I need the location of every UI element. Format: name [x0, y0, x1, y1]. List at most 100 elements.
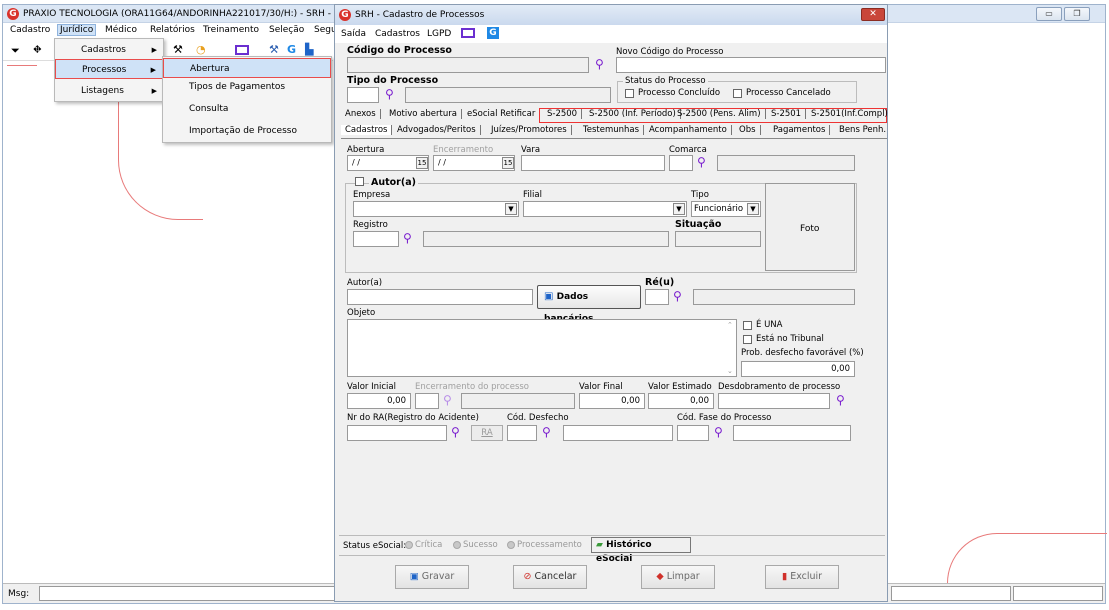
- menu-selecao[interactable]: Seleção: [269, 25, 304, 35]
- dados-bancarios-button[interactable]: ▣ Dados bancários: [537, 285, 641, 324]
- chevron-down-icon[interactable]: ▼: [747, 203, 759, 215]
- calendar-icon[interactable]: 15: [416, 157, 428, 169]
- ra-button[interactable]: RA: [471, 425, 503, 441]
- chevron-down-icon[interactable]: ▼: [505, 203, 517, 215]
- comarca-code-field[interactable]: [669, 155, 693, 171]
- gravar-button[interactable]: ▣ Gravar: [395, 565, 469, 589]
- menu-item-cadastros[interactable]: Cadastros ▶: [55, 40, 163, 60]
- registro-field[interactable]: [353, 231, 399, 247]
- objeto-textarea[interactable]: [347, 319, 737, 377]
- esta-tribunal-checkbox[interactable]: [743, 335, 752, 344]
- tab-cadastros[interactable]: Cadastros: [341, 125, 393, 135]
- scroll-up-icon[interactable]: ⌃: [727, 321, 733, 329]
- minimize-button[interactable]: ▭: [1036, 7, 1062, 21]
- search-icon[interactable]: ⚲: [385, 88, 394, 100]
- search-icon[interactable]: ⚲: [714, 426, 723, 438]
- valor-inicial-field[interactable]: 0,00: [347, 393, 411, 409]
- tree-icon[interactable]: ⛖: [33, 43, 42, 57]
- sucesso-radio: [453, 540, 461, 549]
- tab-anexos[interactable]: Anexos: [341, 109, 381, 119]
- tab-esocial-retificar[interactable]: eSocial Retificar: [463, 109, 539, 119]
- tab-s2500[interactable]: S-2500: [543, 109, 583, 119]
- window-icon[interactable]: [461, 28, 475, 38]
- cod-fase-code-field[interactable]: [677, 425, 709, 441]
- autor-field[interactable]: [347, 289, 533, 305]
- window-icon[interactable]: [235, 45, 249, 55]
- menu-item-tipos-pagamentos[interactable]: Tipos de Pagamentos: [163, 77, 331, 97]
- menu-item-processos[interactable]: Processos ▶: [55, 59, 163, 79]
- doc-icon[interactable]: ▙: [305, 43, 313, 56]
- valor-estimado-field[interactable]: 0,00: [648, 393, 714, 409]
- menu-medico[interactable]: Médico: [105, 25, 137, 35]
- menu-lgpd[interactable]: LGPD: [427, 29, 451, 39]
- cancelar-button[interactable]: ⊘ Cancelar: [513, 565, 587, 589]
- g-icon[interactable]: G: [287, 43, 296, 56]
- codigo-processo-field[interactable]: [347, 57, 589, 73]
- menu-item-abertura[interactable]: Abertura: [163, 58, 331, 78]
- tab-s2501[interactable]: S-2501: [767, 109, 807, 119]
- prob-desfecho-field[interactable]: 0,00: [741, 361, 855, 377]
- reu-code-field[interactable]: [645, 289, 669, 305]
- processo-cancelado-checkbox[interactable]: [733, 89, 742, 98]
- tool-icon[interactable]: ⚒: [173, 43, 183, 56]
- historico-esocial-button[interactable]: ▰ Histórico eSocial: [591, 537, 691, 564]
- search-icon[interactable]: ⚲: [542, 426, 551, 438]
- processo-concluido-checkbox[interactable]: [625, 89, 634, 98]
- tab-juizes[interactable]: Juízes/Promotores: [487, 125, 572, 135]
- autor-group-label: Autor(a): [369, 177, 418, 188]
- g-icon[interactable]: G: [487, 27, 499, 39]
- tab-testemunhas[interactable]: Testemunhas: [579, 125, 645, 135]
- menu-item-importacao[interactable]: Importação de Processo: [163, 121, 331, 141]
- vara-field[interactable]: [521, 155, 665, 171]
- chevron-down-icon[interactable]: ▼: [673, 203, 685, 215]
- scroll-down-icon[interactable]: ⌄: [727, 367, 733, 375]
- tab-pagamentos[interactable]: Pagamentos: [769, 125, 831, 135]
- menu-relatorios[interactable]: Relatórios: [150, 25, 195, 35]
- novo-codigo-field[interactable]: [616, 57, 886, 73]
- tab-s2500-inf-periodo[interactable]: S-2500 (Inf. Período): [585, 109, 681, 119]
- search-icon[interactable]: ⚲: [836, 394, 845, 406]
- menu-saida[interactable]: Saída: [341, 29, 366, 39]
- menu-juridico[interactable]: Jurídico: [57, 24, 97, 36]
- registro-label: Registro: [353, 220, 388, 230]
- search-icon[interactable]: ⚲: [595, 58, 604, 70]
- tab-s2500-pens-alim[interactable]: S-2500 (Pens. Alim): [673, 109, 766, 119]
- tab-s2501-inf-compl[interactable]: S-2501(Inf.Compl): [807, 109, 892, 119]
- menu-item-consulta[interactable]: Consulta: [163, 99, 331, 119]
- search-icon[interactable]: ⚲: [443, 394, 452, 406]
- chart-icon[interactable]: ◔: [196, 43, 206, 56]
- encerramento-processo-code-field[interactable]: [415, 393, 439, 409]
- e-una-checkbox[interactable]: [743, 321, 752, 330]
- tipo-processo-code-field[interactable]: [347, 87, 379, 103]
- encerramento-label: Encerramento: [433, 145, 494, 155]
- limpar-button[interactable]: ◆ Limpar: [641, 565, 715, 589]
- menu-item-listagens[interactable]: Listagens ▶: [55, 81, 163, 101]
- filial-label: Filial: [523, 190, 542, 200]
- excluir-button[interactable]: ▮ Excluir: [765, 565, 839, 589]
- processos-submenu: Abertura Tipos de Pagamentos Consulta Im…: [162, 56, 332, 143]
- tab-obs[interactable]: Obs: [735, 125, 761, 135]
- filter-icon[interactable]: ⏷: [11, 44, 20, 58]
- search-icon[interactable]: ⚲: [697, 156, 706, 168]
- tab-acompanhamento[interactable]: Acompanhamento: [645, 125, 732, 135]
- nr-ra-field[interactable]: [347, 425, 447, 441]
- autor-checkbox[interactable]: [355, 177, 364, 186]
- calendar-icon[interactable]: 15: [502, 157, 514, 169]
- search-icon[interactable]: ⚲: [673, 290, 682, 302]
- desdobramento-field[interactable]: [718, 393, 830, 409]
- tab-advogados[interactable]: Advogados/Peritos: [393, 125, 481, 135]
- tab-motivo-abertura[interactable]: Motivo abertura: [385, 109, 462, 119]
- menu-treinamento[interactable]: Treinamento: [203, 25, 259, 35]
- menu-cadastro[interactable]: Cadastro: [10, 25, 50, 35]
- tools-icon[interactable]: ⚒: [269, 43, 279, 56]
- close-button[interactable]: ✕: [861, 8, 885, 21]
- empresa-select[interactable]: [353, 201, 519, 217]
- search-icon[interactable]: ⚲: [451, 426, 460, 438]
- filial-select[interactable]: [523, 201, 687, 217]
- cod-desfecho-code-field[interactable]: [507, 425, 537, 441]
- restore-button[interactable]: ❐: [1064, 7, 1090, 21]
- tab-bens-penh[interactable]: Bens Penh.: [835, 125, 890, 135]
- search-icon[interactable]: ⚲: [403, 232, 412, 244]
- menu-cadastros[interactable]: Cadastros: [375, 29, 420, 39]
- valor-final-field[interactable]: 0,00: [579, 393, 645, 409]
